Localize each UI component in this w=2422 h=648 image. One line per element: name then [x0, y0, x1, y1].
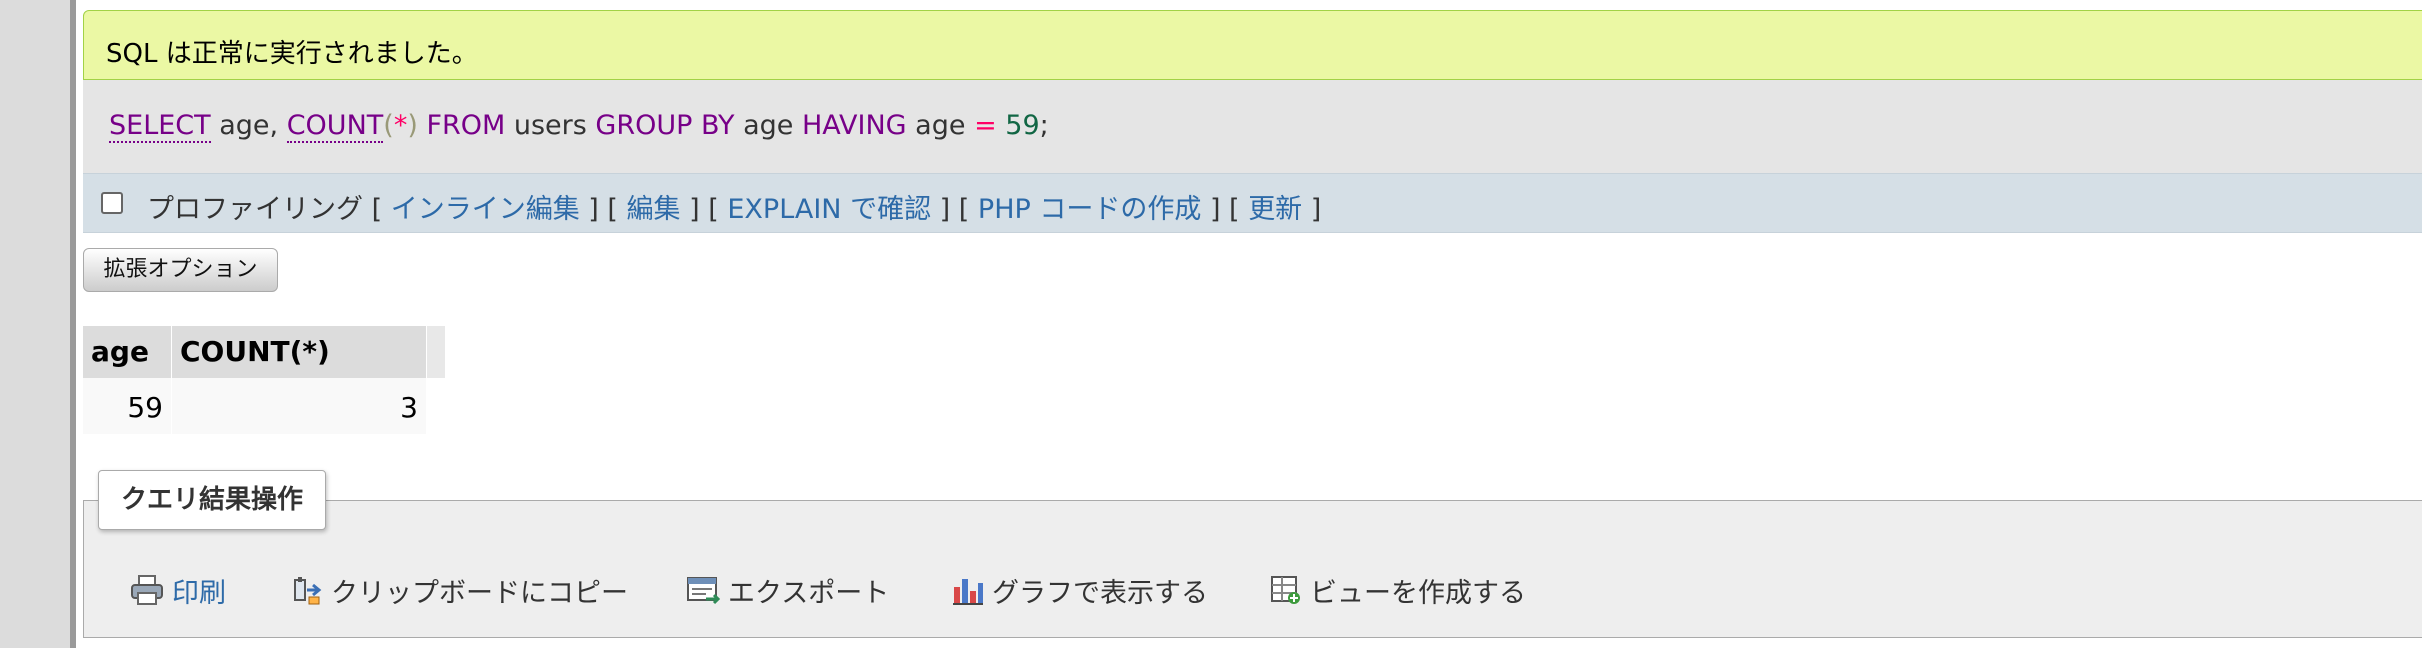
sql-action-links: プロファイリング [ インライン編集 ] [ 編集 ] [ EXPLAIN で確…: [147, 187, 1321, 226]
create-view-link[interactable]: ビューを作成する: [1270, 572, 1526, 609]
table-cell-count[interactable]: 3: [172, 378, 426, 434]
display-chart-link[interactable]: グラフで表示する: [952, 572, 1208, 609]
column-header-count[interactable]: COUNT(*): [172, 326, 426, 378]
bar-chart-icon: [953, 579, 983, 605]
left-panel-edge: [0, 0, 72, 648]
query-results-operations-legend: クエリ結果操作: [98, 470, 326, 530]
copy-clipboard-icon: [294, 577, 322, 605]
sql-text: age,: [210, 110, 287, 141]
column-header-age[interactable]: age: [83, 326, 171, 378]
profiling-checkbox[interactable]: [101, 192, 123, 214]
export-icon: [687, 577, 720, 605]
panel-resize-handle[interactable]: [70, 0, 76, 648]
inline-edit-link[interactable]: インライン編集: [391, 194, 580, 225]
display-chart-label: グラフで表示する: [992, 577, 1208, 609]
bracket: ] [: [931, 194, 978, 225]
copy-to-clipboard-link[interactable]: クリップボードにコピー: [293, 572, 628, 609]
profiling-label[interactable]: プロファイリング: [147, 194, 363, 225]
success-message-text: SQL は正常に実行されました。: [106, 39, 478, 69]
print-label: 印刷: [172, 577, 226, 609]
sql-text: age: [734, 110, 802, 141]
sql-operator: =: [974, 110, 997, 141]
sql-keyword-select[interactable]: SELECT: [109, 110, 211, 143]
table-cell-age[interactable]: 59: [83, 378, 171, 434]
sql-semicolon: ;: [1039, 110, 1049, 141]
sql-paren: (: [383, 110, 394, 141]
refresh-link[interactable]: 更新: [1248, 194, 1302, 225]
bracket: [: [363, 194, 391, 225]
printer-icon: [131, 575, 163, 605]
export-label: エクスポート: [728, 577, 890, 609]
success-message: SQL は正常に実行されました。: [83, 10, 2422, 80]
export-link[interactable]: エクスポート: [686, 572, 890, 609]
sql-keyword-group-by: GROUP BY: [595, 110, 735, 141]
sql-keyword-from: FROM: [417, 110, 506, 141]
sql-keyword-having: HAVING: [801, 110, 907, 141]
bracket: ] [: [579, 194, 627, 225]
column-header-spacer: [427, 326, 445, 378]
bracket: ] [: [680, 194, 728, 225]
sql-paren: ): [407, 110, 418, 141]
php-code-link[interactable]: PHP コードの作成: [978, 194, 1201, 225]
explain-link[interactable]: EXPLAIN で確認: [727, 194, 931, 225]
sql-star: *: [393, 110, 408, 141]
sql-function-count[interactable]: COUNT: [286, 110, 384, 143]
sql-query-display: SELECT age, COUNT(*) FROM users GROUP BY…: [83, 80, 2422, 173]
print-link[interactable]: 印刷: [130, 572, 226, 609]
sql-number: 59: [1005, 110, 1040, 141]
query-results-operations: [83, 500, 2422, 638]
extended-options-button[interactable]: 拡張オプション: [83, 248, 278, 292]
create-view-label: ビューを作成する: [1310, 577, 1526, 609]
bracket: ]: [1302, 194, 1322, 225]
sql-code: SELECT age, COUNT(*) FROM users GROUP BY…: [109, 110, 1049, 143]
sql-text: age: [906, 110, 975, 141]
sql-action-bar: プロファイリング [ インライン編集 ] [ 編集 ] [ EXPLAIN で確…: [83, 173, 2422, 233]
create-view-icon: [1271, 576, 1300, 604]
edit-link[interactable]: 編集: [627, 194, 681, 225]
bracket: ] [: [1201, 194, 1249, 225]
copy-to-clipboard-label: クリップボードにコピー: [331, 577, 628, 609]
sql-text: users: [505, 110, 596, 141]
